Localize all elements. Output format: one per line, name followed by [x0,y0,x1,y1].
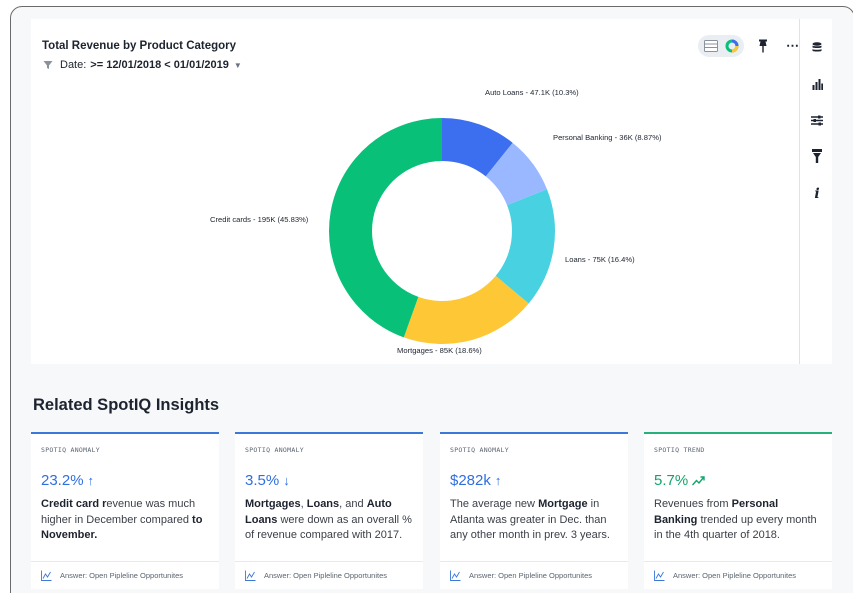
insight-footer-link[interactable]: Answer: Open Pipleline Opportunites [235,561,423,589]
right-sidebar: i [799,19,832,364]
chart-card: Total Revenue by Product Category Date: … [31,19,832,364]
insight-card-3[interactable]: SPOTIQ TREND 5.7% Revenues from Personal… [644,432,832,589]
insight-description: Credit card revenue was much higher in D… [41,498,203,541]
insight-metric-value: 23.2% [41,472,84,489]
app-frame: Total Revenue by Product Category Date: … [10,6,853,593]
insight-description: The average new Mortgage in Atlanta was … [450,498,610,541]
insight-metric-value: 3.5% [245,472,280,489]
donut-chart [329,118,556,344]
filter-icon[interactable] [808,147,826,165]
arrow-up-icon: ↑ [494,473,502,488]
insight-card-1[interactable]: SPOTIQ ANOMALY 3.5% ↓ Mortgages, Loans, … [235,432,423,589]
insight-footer-link[interactable]: Answer: Open Pipleline Opportunites [644,561,832,589]
arrow-down-icon: ↓ [283,473,290,488]
trend-up-icon [692,475,705,485]
slice-label-credit-cards: Credit cards - 195K (45.83%) [210,215,309,224]
insight-footer-text: Answer: Open Pipleline Opportunites [673,571,796,580]
slice-label-loans: Loans - 75K (16.4%) [565,255,635,264]
insight-metric: 3.5% ↓ [245,472,290,489]
insight-card-0[interactable]: SPOTIQ ANOMALY 23.2% ↑ Credit card reven… [31,432,219,589]
settings-sliders-icon[interactable] [808,111,826,129]
insight-kind: SPOTIQ ANOMALY [245,446,304,454]
answer-chart-icon [41,570,52,581]
insight-footer-text: Answer: Open Pipleline Opportunites [469,571,592,580]
slice-label-personal-banking: Personal Banking - 36K (8.87%) [553,133,662,142]
insight-kind: SPOTIQ ANOMALY [41,446,100,454]
slice-label-auto-loans: Auto Loans - 47.1K (10.3%) [485,88,579,97]
insight-footer-text: Answer: Open Pipleline Opportunites [264,571,387,580]
insight-kind: SPOTIQ ANOMALY [450,446,509,454]
answer-chart-icon [654,570,665,581]
insight-metric: 5.7% [654,472,705,489]
arrow-up-icon: ↑ [87,473,95,488]
insights-section-title: Related SpotIQ Insights [33,396,220,414]
info-icon[interactable]: i [808,185,826,203]
insight-metric: 23.2% ↑ [41,472,94,489]
insight-kind: SPOTIQ TREND [654,446,705,454]
answer-chart-icon [245,570,256,581]
insight-footer-link[interactable]: Answer: Open Pipleline Opportunites [31,561,219,589]
insight-metric: $282k ↑ [450,472,501,489]
slice-label-mortgages: Mortgages - 85K (18.6%) [397,346,482,355]
data-source-icon[interactable] [808,39,826,57]
insight-description: Mortgages, Loans, and Auto Loans were do… [245,498,412,541]
insight-metric-value: $282k [450,472,491,489]
insight-metric-value: 5.7% [654,472,689,489]
bar-chart-icon[interactable] [808,75,826,93]
insight-description: Revenues from Personal Banking trended u… [654,498,817,541]
insight-footer-link[interactable]: Answer: Open Pipleline Opportunites [440,561,628,589]
answer-chart-icon [450,570,461,581]
insight-card-2[interactable]: SPOTIQ ANOMALY $282k ↑ The average new M… [440,432,628,589]
insight-footer-text: Answer: Open Pipleline Opportunites [60,571,183,580]
